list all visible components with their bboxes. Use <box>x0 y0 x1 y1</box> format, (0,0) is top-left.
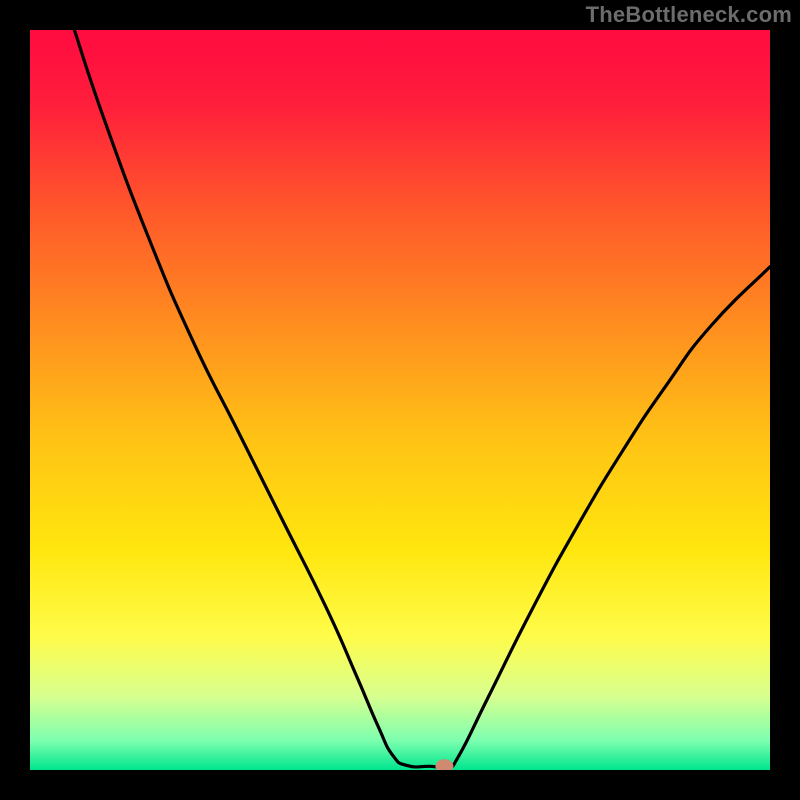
bottleneck-chart <box>30 30 770 770</box>
gradient-background <box>30 30 770 770</box>
watermark-label: TheBottleneck.com <box>586 2 792 28</box>
chart-frame: TheBottleneck.com <box>0 0 800 800</box>
